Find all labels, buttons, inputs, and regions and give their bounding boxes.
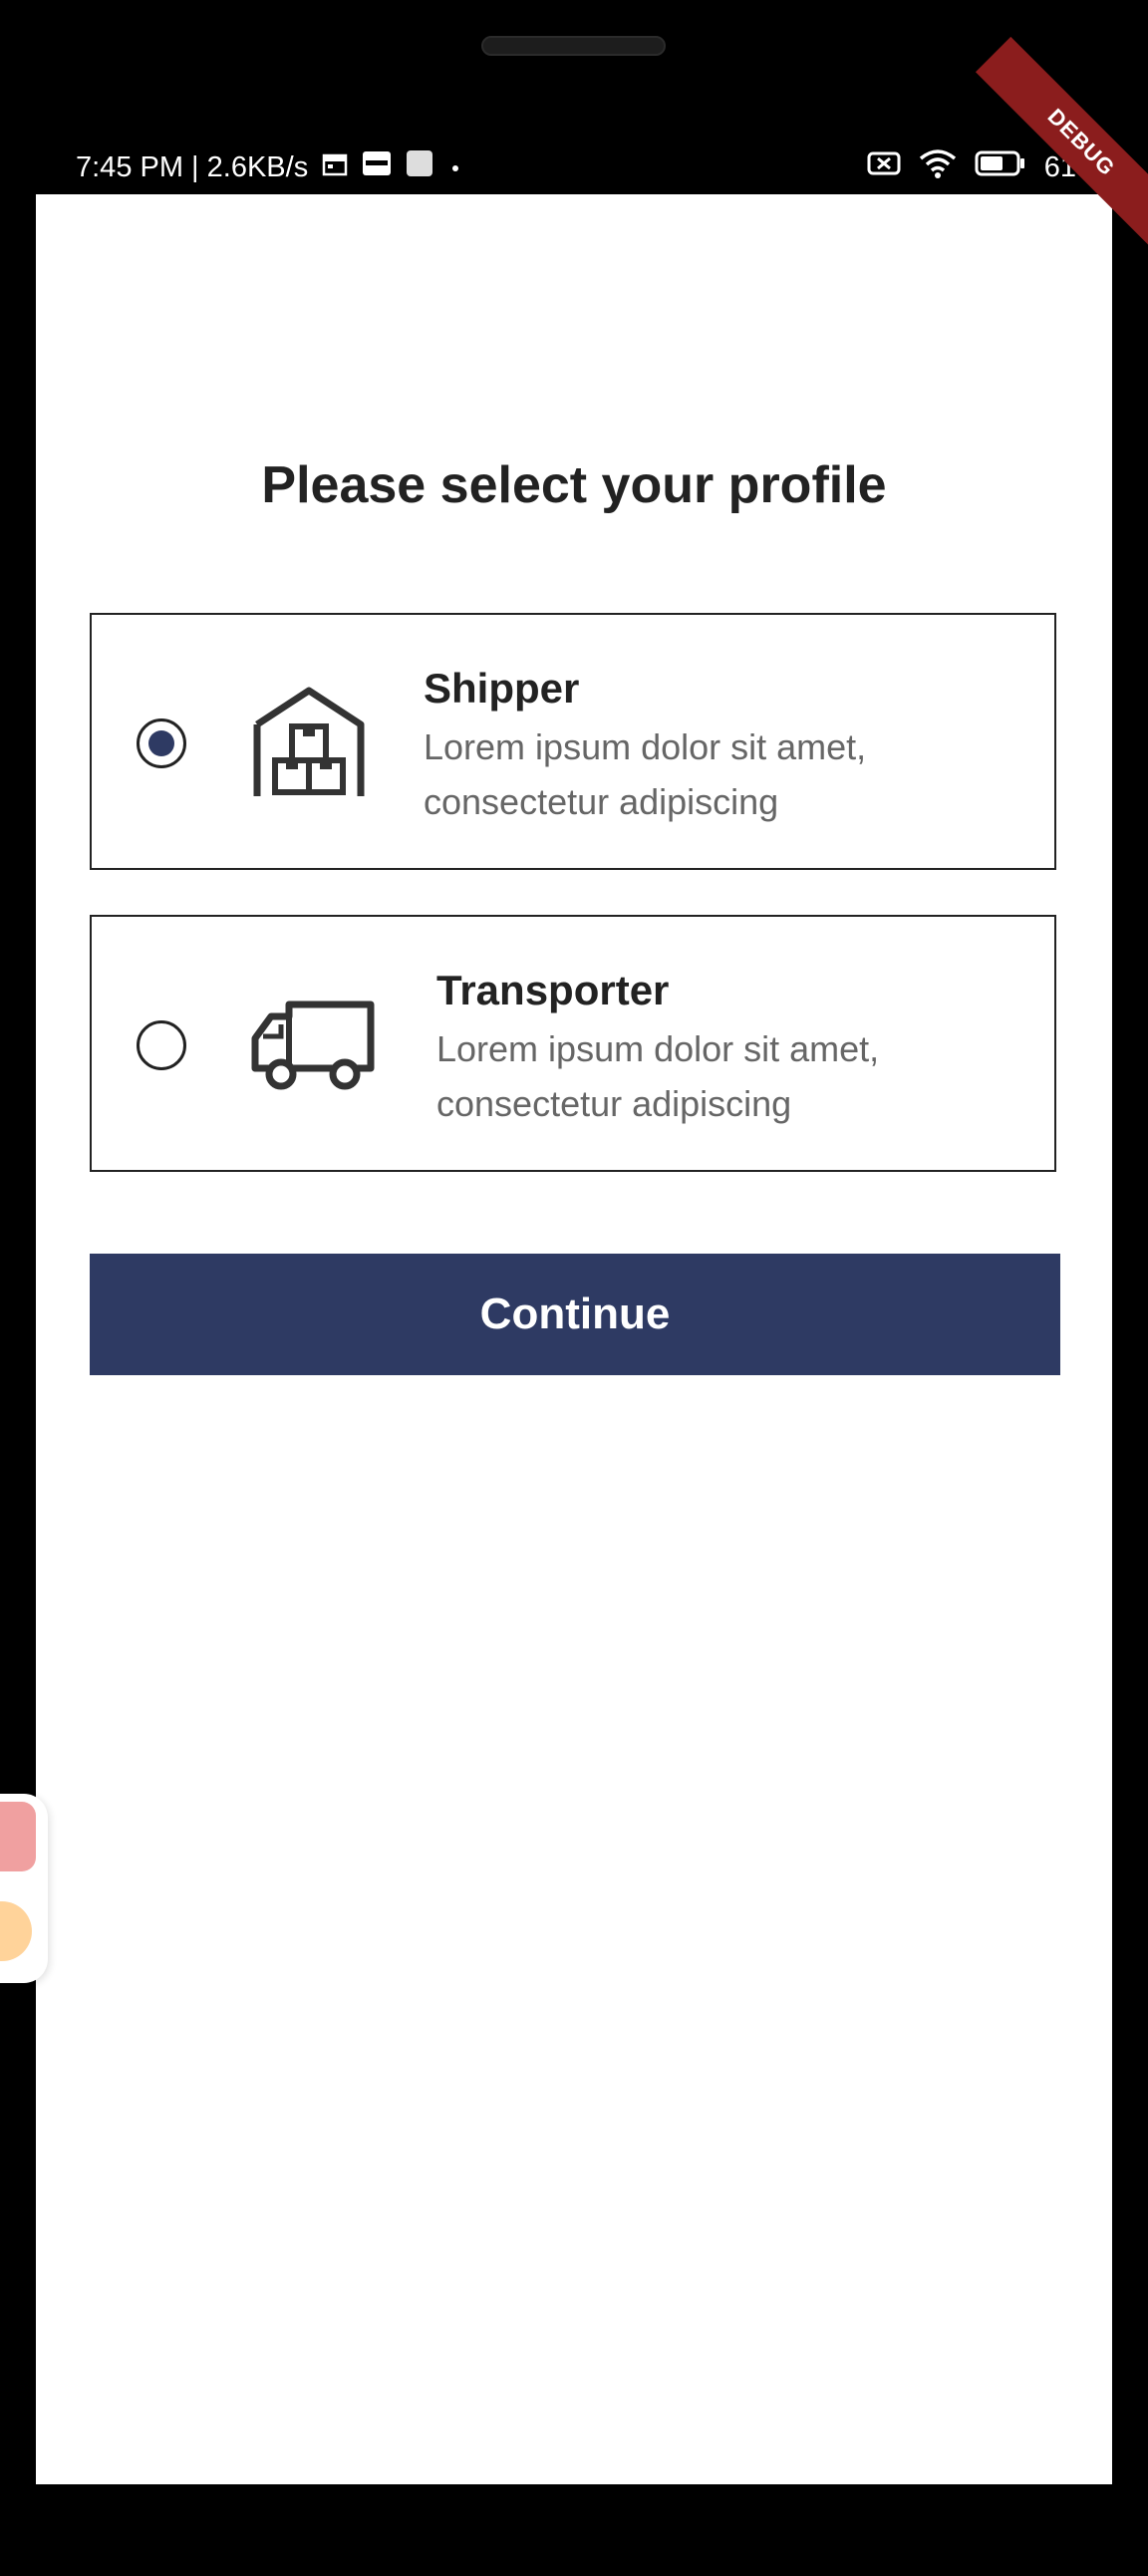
option-desc-shipper: Lorem ipsum dolor sit amet, consectetur …	[424, 726, 867, 822]
warehouse-icon	[251, 685, 367, 805]
app-screen: Please select your profile Shipper Lorem…	[36, 194, 1112, 2484]
floating-tool-button[interactable]	[0, 1802, 36, 1871]
radio-shipper[interactable]	[137, 718, 186, 768]
battery-icon	[975, 150, 1026, 184]
device-frame: DEBUG 7:45 PM | 2.6KB/s 61 Please select…	[0, 0, 1148, 2576]
wifi-icon	[919, 148, 957, 186]
profile-option-shipper[interactable]: Shipper Lorem ipsum dolor sit amet, cons…	[90, 613, 1056, 870]
continue-button[interactable]: Continue	[90, 1254, 1060, 1375]
option-title-shipper: Shipper	[424, 665, 580, 712]
calendar-icon	[322, 151, 348, 184]
floating-tools-panel[interactable]	[0, 1794, 48, 1983]
console-app-icon	[362, 150, 392, 184]
truck-icon	[251, 997, 377, 1097]
radio-transporter[interactable]	[137, 1020, 186, 1070]
speaker-grille	[481, 36, 666, 56]
floating-tool-bubble[interactable]	[0, 1901, 32, 1961]
device-bottom-bezel	[0, 2516, 1148, 2576]
more-dot-icon	[447, 151, 463, 184]
profile-option-transporter[interactable]: Transporter Lorem ipsum dolor sit amet, …	[90, 915, 1056, 1172]
page-title: Please select your profile	[261, 456, 887, 514]
option-desc-transporter: Lorem ipsum dolor sit amet, consectetur …	[436, 1028, 880, 1124]
no-sim-icon	[867, 149, 901, 185]
notification-square-icon	[406, 149, 433, 185]
option-title-transporter: Transporter	[436, 967, 670, 1013]
status-bar: 7:45 PM | 2.6KB/s 61	[36, 140, 1112, 195]
status-time-speed: 7:45 PM | 2.6KB/s	[76, 150, 309, 183]
